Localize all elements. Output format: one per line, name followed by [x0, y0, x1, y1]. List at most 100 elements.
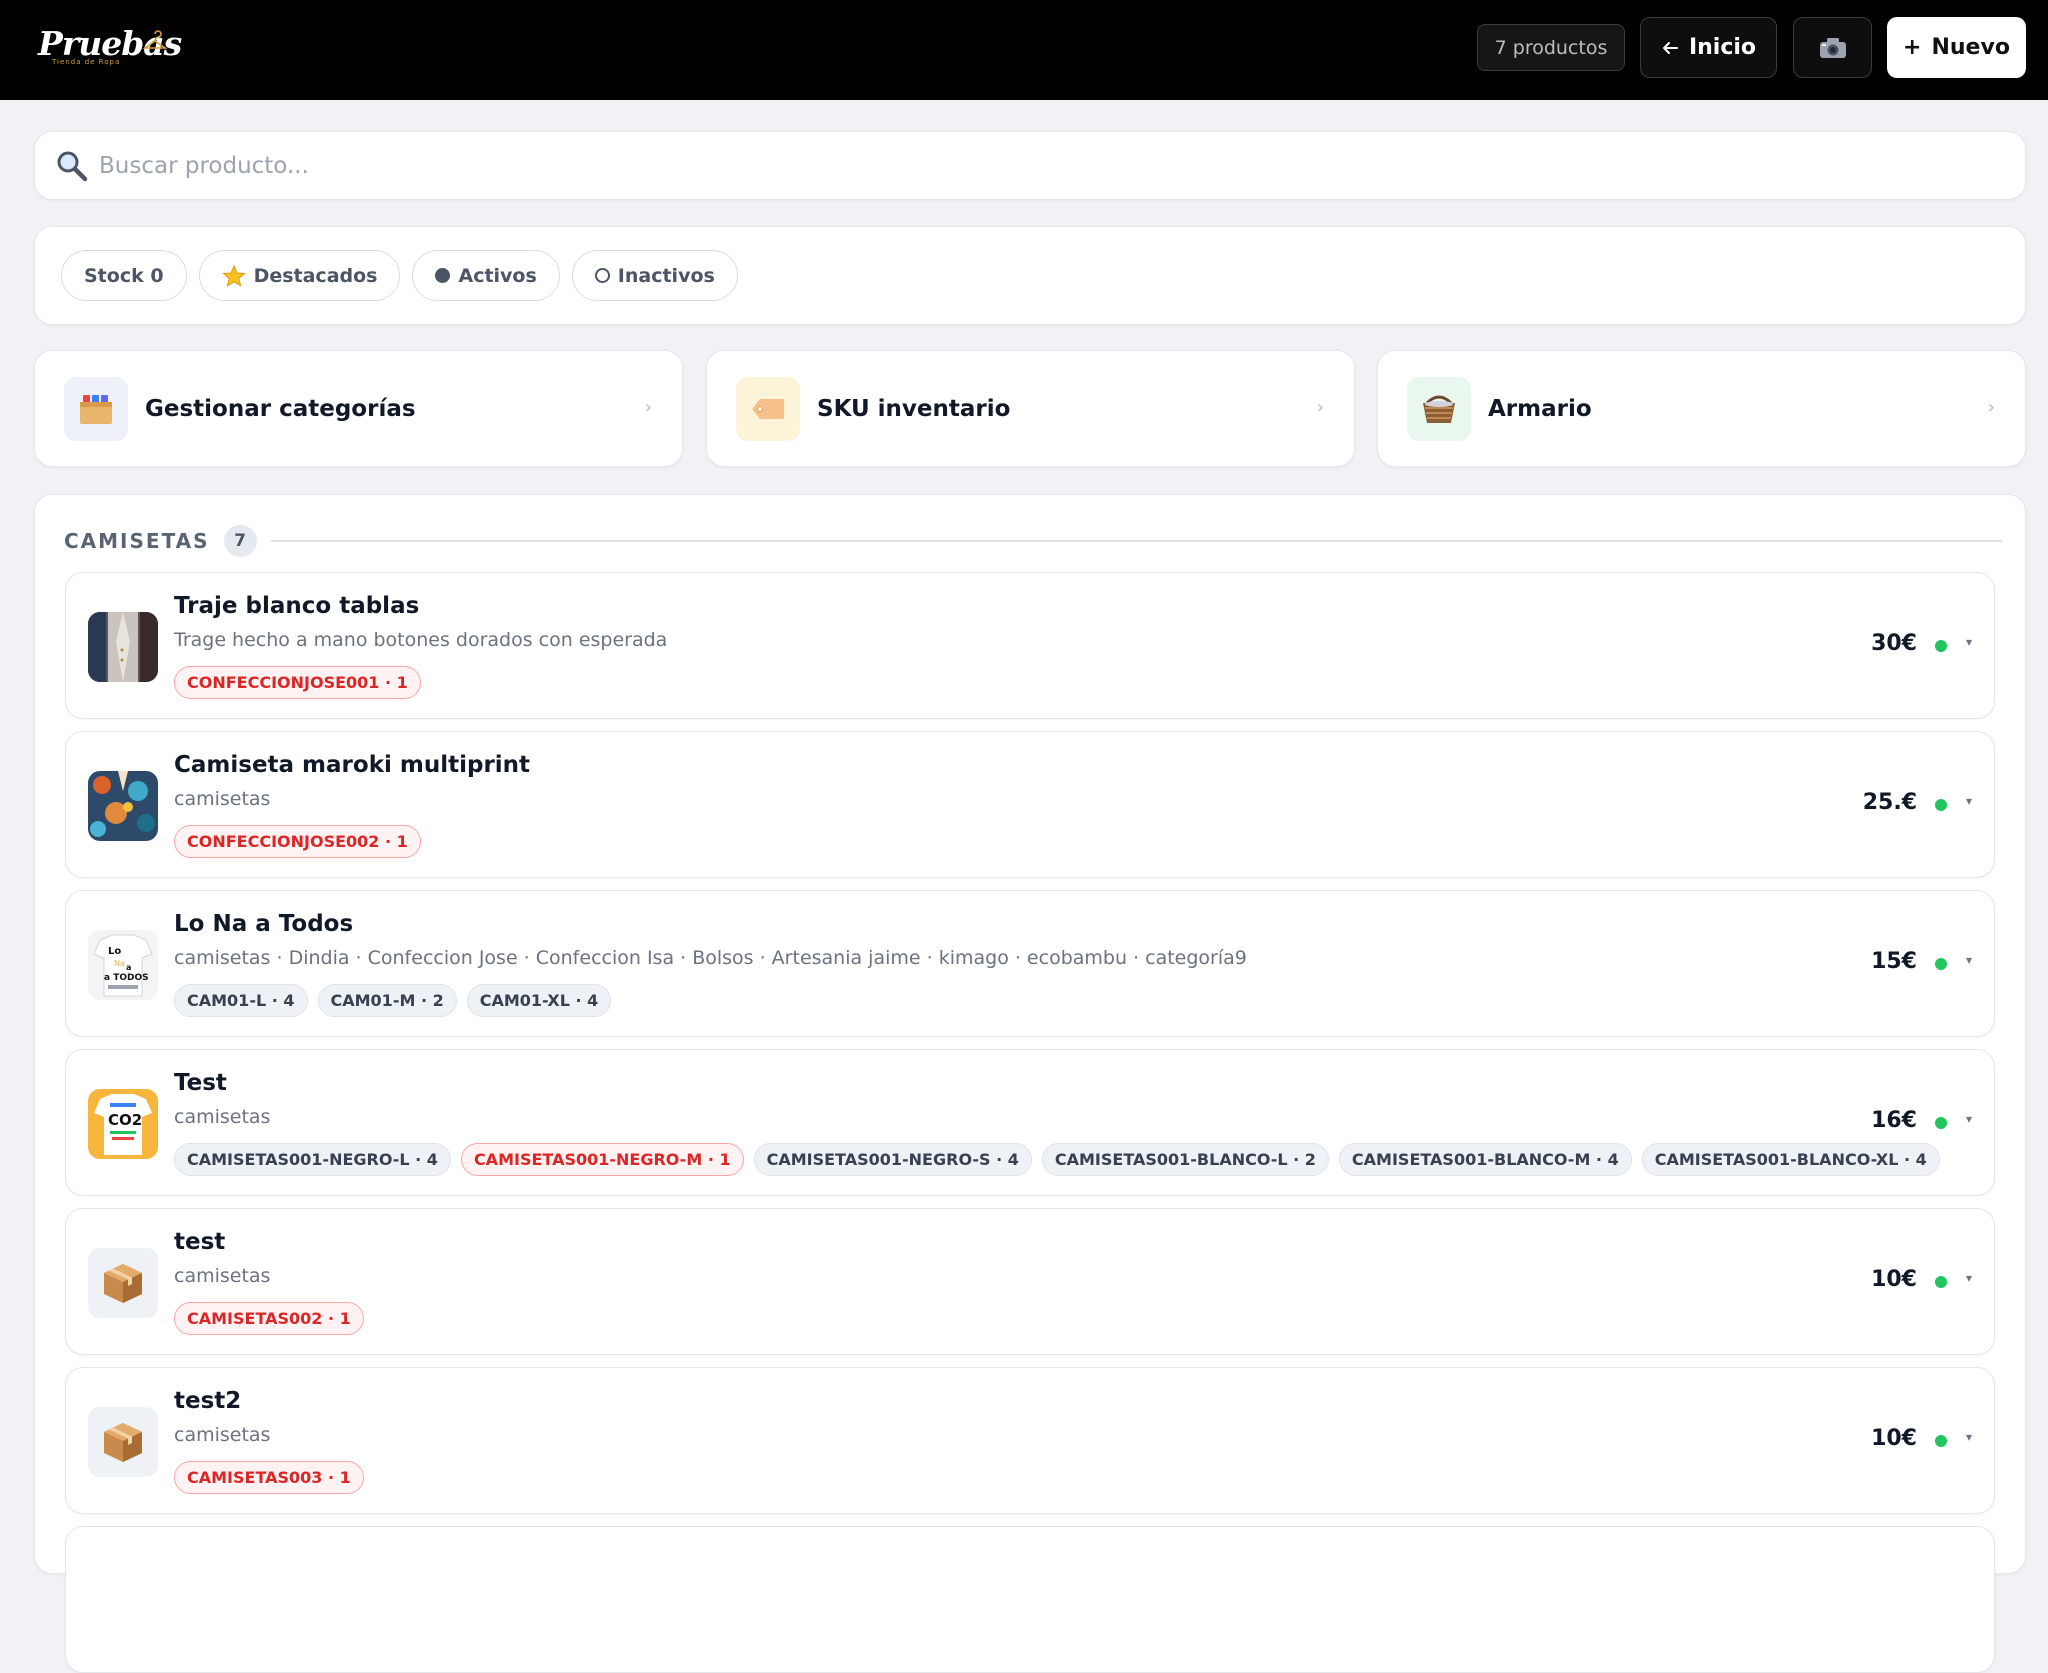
chevron-down-icon[interactable]: ▾: [1966, 1271, 1972, 1285]
logo-subtitle: Tienda de Ropa: [52, 58, 121, 66]
search-icon: [57, 151, 88, 181]
camera-button[interactable]: [1793, 17, 1872, 78]
product-row[interactable]: CO2 Test camisetas CAMISETAS001-NEGRO-L …: [65, 1049, 1995, 1196]
tile-label: SKU inventario: [817, 395, 1011, 422]
suit-photo: [88, 612, 158, 682]
active-status-dot: [1935, 958, 1947, 970]
chevron-down-icon[interactable]: ▾: [1966, 953, 1972, 967]
svg-text:Na: Na: [114, 959, 125, 968]
tile-sku-inventario[interactable]: SKU inventario ›: [706, 350, 1355, 467]
product-name: test2: [174, 1388, 242, 1414]
package-icon: [88, 1248, 158, 1318]
product-row[interactable]: Camiseta maroki multiprint camisetas CON…: [65, 731, 1995, 878]
product-list: CAMISETAS 7 Traje blanco tablas Trage he…: [34, 494, 2026, 1673]
product-price: 25.€: [1862, 790, 1917, 815]
divider: [270, 540, 2002, 542]
arrow-left-icon: [1662, 41, 1678, 54]
category-header: CAMISETAS 7: [64, 525, 2002, 557]
svg-text:a TODOS: a TODOS: [104, 973, 149, 983]
product-row[interactable]: Lo Na a a TODOS Lo Na a Todos camisetas …: [65, 890, 1995, 1037]
sku-tag[interactable]: CAMISETAS002 · 1: [174, 1302, 364, 1335]
chevron-down-icon[interactable]: ▾: [1966, 1430, 1972, 1444]
filled-circle-icon: [435, 268, 451, 283]
product-row[interactable]: [65, 1526, 1995, 1673]
sku-tag[interactable]: CAMISETAS001-NEGRO-L · 4: [174, 1143, 451, 1176]
product-name: Test: [174, 1070, 227, 1096]
product-price: 10€: [1871, 1426, 1917, 1451]
sku-tag[interactable]: CAMISETAS001-BLANCO-M · 4: [1338, 1143, 1632, 1176]
sku-tags: CONFECCIONJOSE002 · 1: [174, 825, 421, 858]
top-bar: Pruebas Tienda de Ropa 7 productos Inici…: [0, 0, 2048, 100]
svg-text:a: a: [126, 963, 131, 972]
svg-text:Lo: Lo: [108, 946, 121, 957]
svg-text:CO2: CO2: [108, 1111, 142, 1129]
active-status-dot: [1935, 640, 1947, 652]
product-description: camisetas: [174, 1265, 271, 1287]
inicio-button[interactable]: Inicio: [1640, 17, 1777, 78]
sku-tags: CAMISETAS002 · 1: [174, 1302, 364, 1335]
box-icon: [64, 376, 128, 441]
filter-activos[interactable]: Activos: [412, 250, 560, 301]
chevron-right-icon: ›: [1987, 397, 1995, 418]
active-status-dot: [1935, 1117, 1947, 1129]
basket-icon: [1407, 376, 1471, 441]
sku-tag[interactable]: CONFECCIONJOSE001 · 1: [174, 666, 421, 699]
sku-tags: CAMISETAS001-NEGRO-L · 4 CAMISETAS001-NE…: [174, 1143, 1940, 1176]
product-description: camisetas · Dindia · Confeccion Jose · C…: [174, 947, 1247, 969]
tile-armario[interactable]: Armario ›: [1377, 350, 2026, 467]
chevron-right-icon: ›: [1316, 397, 1324, 418]
product-price: 16€: [1871, 1108, 1917, 1133]
inicio-label: Inicio: [1688, 35, 1757, 60]
product-description: Trage hecho a mano botones dorados con e…: [174, 629, 668, 651]
sku-tag[interactable]: CAM01-XL · 4: [466, 984, 612, 1017]
product-description: camisetas: [174, 1424, 271, 1446]
nuevo-button[interactable]: + Nuevo: [1887, 17, 2026, 78]
tile-gestionar-categorias[interactable]: Gestionar categorías ›: [34, 350, 683, 467]
sku-tag[interactable]: CAMISETAS001-NEGRO-M · 1: [460, 1143, 744, 1176]
product-row[interactable]: test camisetas CAMISETAS002 · 1 10€ ▾: [65, 1208, 1995, 1355]
sku-tag[interactable]: CAM01-L · 4: [174, 984, 308, 1017]
print-shirt-photo: [88, 771, 158, 841]
product-description: camisetas: [174, 788, 271, 810]
filter-label: Inactivos: [617, 264, 715, 287]
filter-inactivos[interactable]: Inactivos: [571, 250, 738, 301]
product-row[interactable]: test2 camisetas CAMISETAS003 · 1 10€ ▾: [65, 1367, 1995, 1514]
chevron-down-icon[interactable]: ▾: [1966, 794, 1972, 808]
price-tag-icon: [736, 376, 800, 441]
filter-stock-0[interactable]: Stock 0: [61, 250, 187, 301]
camera-icon: [1819, 37, 1846, 58]
filter-destacados[interactable]: Destacados: [198, 250, 401, 301]
sku-tag[interactable]: CAMISETAS003 · 1: [174, 1461, 364, 1494]
sku-tags: CONFECCIONJOSE001 · 1: [174, 666, 421, 699]
star-icon: [221, 264, 246, 287]
chevron-down-icon[interactable]: ▾: [1966, 635, 1972, 649]
nuevo-label: Nuevo: [1931, 35, 2010, 60]
tile-label: Armario: [1488, 395, 1592, 422]
package-icon: [88, 1407, 158, 1477]
sku-tag[interactable]: CONFECCIONJOSE002 · 1: [174, 825, 421, 858]
chevron-right-icon: ›: [644, 397, 652, 418]
lo-na-a-todos-shirt-photo: Lo Na a a TODOS: [88, 930, 158, 1000]
product-price: 10€: [1871, 1267, 1917, 1292]
tile-label: Gestionar categorías: [145, 395, 416, 422]
search-input[interactable]: [99, 152, 1899, 179]
product-price: 15€: [1871, 949, 1917, 974]
category-count-badge: 7: [223, 525, 257, 557]
product-row[interactable]: Traje blanco tablas Trage hecho a mano b…: [65, 572, 1995, 719]
active-status-dot: [1935, 799, 1947, 811]
sku-tag[interactable]: CAMISETAS001-BLANCO-XL · 4: [1641, 1143, 1940, 1176]
co2-shirt-photo: CO2: [88, 1089, 158, 1159]
product-price: 30€: [1871, 631, 1917, 656]
chevron-down-icon[interactable]: ▾: [1966, 1112, 1972, 1126]
product-name: Traje blanco tablas: [174, 593, 420, 619]
store-logo[interactable]: Pruebas Tienda de Ropa: [38, 24, 182, 74]
filter-label: Stock 0: [84, 264, 164, 287]
sku-tag[interactable]: CAMISETAS001-BLANCO-L · 2: [1041, 1143, 1329, 1176]
active-status-dot: [1935, 1276, 1947, 1288]
sku-tag[interactable]: CAMISETAS001-NEGRO-S · 4: [753, 1143, 1032, 1176]
sku-tags: CAM01-L · 4 CAM01-M · 2 CAM01-XL · 4: [174, 984, 612, 1017]
filter-label: Destacados: [253, 264, 378, 287]
filter-bar: Stock 0 Destacados Activos Inactivos: [34, 226, 2026, 325]
sku-tag[interactable]: CAM01-M · 2: [317, 984, 457, 1017]
plus-icon: +: [1903, 35, 1922, 60]
